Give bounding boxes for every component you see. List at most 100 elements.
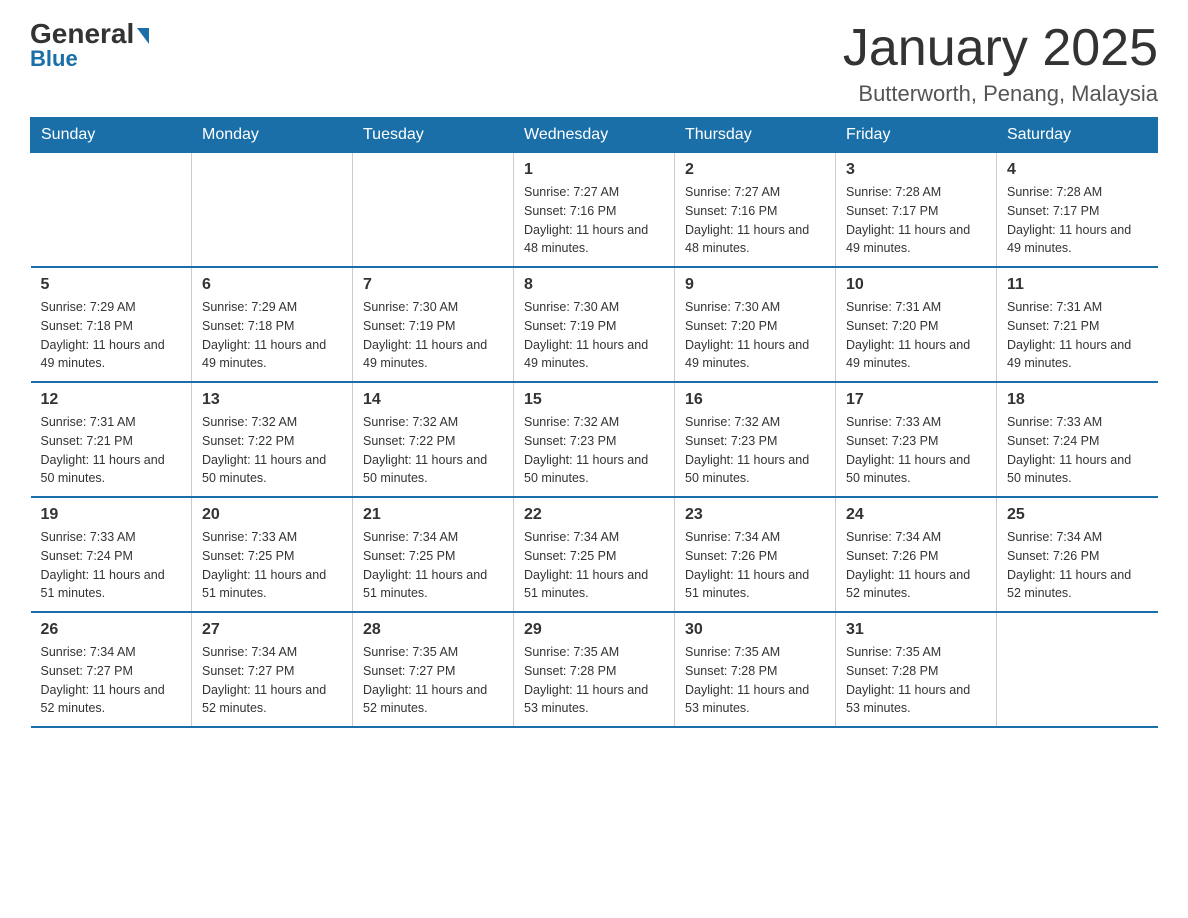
calendar-cell: 26 Sunrise: 7:34 AM Sunset: 7:27 PM Dayli… <box>31 612 192 727</box>
calendar-cell: 10 Sunrise: 7:31 AM Sunset: 7:20 PM Dayli… <box>836 267 997 382</box>
day-number: 16 <box>685 391 825 409</box>
calendar-cell: 15Sunrise: 7:32 AM Sunset: 7:23 PM Dayli… <box>514 382 675 497</box>
calendar-cell: 30 Sunrise: 7:35 AM Sunset: 7:28 PM Dayli… <box>675 612 836 727</box>
day-number: 2 <box>685 161 825 179</box>
calendar-cell: 16Sunrise: 7:32 AM Sunset: 7:23 PM Dayli… <box>675 382 836 497</box>
day-info: Sunrise: 7:34 AM Sunset: 7:26 PM Dayligh… <box>685 528 825 603</box>
day-number: 14 <box>363 391 503 409</box>
calendar-cell: 14 Sunrise: 7:32 AM Sunset: 7:22 PM Dayli… <box>353 382 514 497</box>
day-info: Sunrise: 7:34 AM Sunset: 7:26 PM Dayligh… <box>846 528 986 603</box>
day-info: Sunrise: 7:33 AM Sunset: 7:24 PM Dayligh… <box>41 528 182 603</box>
calendar-week-4: 19 Sunrise: 7:33 AM Sunset: 7:24 PM Dayli… <box>31 497 1158 612</box>
day-info: Sunrise: 7:35 AM Sunset: 7:28 PM Dayligh… <box>846 643 986 718</box>
day-number: 11 <box>1007 276 1148 294</box>
calendar-cell: 27 Sunrise: 7:34 AM Sunset: 7:27 PM Dayli… <box>192 612 353 727</box>
calendar-cell: 3 Sunrise: 7:28 AM Sunset: 7:17 PM Daylig… <box>836 153 997 268</box>
day-info: Sunrise: 7:32 AM Sunset: 7:22 PM Dayligh… <box>363 413 503 488</box>
day-number: 12 <box>41 391 182 409</box>
calendar-cell: 4Sunrise: 7:28 AM Sunset: 7:17 PM Daylig… <box>997 153 1158 268</box>
day-info: Sunrise: 7:31 AM Sunset: 7:20 PM Dayligh… <box>846 298 986 373</box>
calendar-cell: 28 Sunrise: 7:35 AM Sunset: 7:27 PM Dayli… <box>353 612 514 727</box>
day-number: 22 <box>524 506 664 524</box>
day-info: Sunrise: 7:30 AM Sunset: 7:20 PM Dayligh… <box>685 298 825 373</box>
logo-general: General <box>30 20 149 48</box>
day-number: 15 <box>524 391 664 409</box>
day-number: 10 <box>846 276 986 294</box>
day-number: 31 <box>846 621 986 639</box>
day-info: Sunrise: 7:35 AM Sunset: 7:28 PM Dayligh… <box>524 643 664 718</box>
day-header-friday: Friday <box>836 118 997 153</box>
day-info: Sunrise: 7:34 AM Sunset: 7:25 PM Dayligh… <box>363 528 503 603</box>
calendar-cell: 17 Sunrise: 7:33 AM Sunset: 7:23 PM Dayli… <box>836 382 997 497</box>
logo: General Blue <box>30 20 149 72</box>
day-header-wednesday: Wednesday <box>514 118 675 153</box>
day-info: Sunrise: 7:33 AM Sunset: 7:25 PM Dayligh… <box>202 528 342 603</box>
calendar-cell: 2 Sunrise: 7:27 AM Sunset: 7:16 PM Daylig… <box>675 153 836 268</box>
day-number: 30 <box>685 621 825 639</box>
calendar-cell: 13 Sunrise: 7:32 AM Sunset: 7:22 PM Dayli… <box>192 382 353 497</box>
day-info: Sunrise: 7:35 AM Sunset: 7:28 PM Dayligh… <box>685 643 825 718</box>
day-info: Sunrise: 7:27 AM Sunset: 7:16 PM Dayligh… <box>524 183 664 258</box>
day-header-tuesday: Tuesday <box>353 118 514 153</box>
day-number: 27 <box>202 621 342 639</box>
calendar-cell: 21Sunrise: 7:34 AM Sunset: 7:25 PM Dayli… <box>353 497 514 612</box>
calendar-cell: 8Sunrise: 7:30 AM Sunset: 7:19 PM Daylig… <box>514 267 675 382</box>
calendar-cell <box>997 612 1158 727</box>
day-number: 28 <box>363 621 503 639</box>
calendar-cell: 29 Sunrise: 7:35 AM Sunset: 7:28 PM Dayli… <box>514 612 675 727</box>
day-number: 1 <box>524 161 664 179</box>
day-number: 18 <box>1007 391 1148 409</box>
day-header-thursday: Thursday <box>675 118 836 153</box>
calendar-cell: 24 Sunrise: 7:34 AM Sunset: 7:26 PM Dayli… <box>836 497 997 612</box>
day-info: Sunrise: 7:34 AM Sunset: 7:27 PM Dayligh… <box>202 643 342 718</box>
day-info: Sunrise: 7:32 AM Sunset: 7:22 PM Dayligh… <box>202 413 342 488</box>
day-number: 26 <box>41 621 182 639</box>
calendar-table: SundayMondayTuesdayWednesdayThursdayFrid… <box>30 117 1158 728</box>
calendar-cell: 20 Sunrise: 7:33 AM Sunset: 7:25 PM Dayli… <box>192 497 353 612</box>
day-info: Sunrise: 7:29 AM Sunset: 7:18 PM Dayligh… <box>41 298 182 373</box>
day-number: 25 <box>1007 506 1148 524</box>
calendar-cell: 23Sunrise: 7:34 AM Sunset: 7:26 PM Dayli… <box>675 497 836 612</box>
day-info: Sunrise: 7:34 AM Sunset: 7:26 PM Dayligh… <box>1007 528 1148 603</box>
calendar-cell: 9 Sunrise: 7:30 AM Sunset: 7:20 PM Daylig… <box>675 267 836 382</box>
day-number: 5 <box>41 276 182 294</box>
calendar-cell: 12 Sunrise: 7:31 AM Sunset: 7:21 PM Dayli… <box>31 382 192 497</box>
day-info: Sunrise: 7:31 AM Sunset: 7:21 PM Dayligh… <box>41 413 182 488</box>
day-number: 24 <box>846 506 986 524</box>
day-info: Sunrise: 7:35 AM Sunset: 7:27 PM Dayligh… <box>363 643 503 718</box>
title-section: January 2025 Butterworth, Penang, Malays… <box>843 20 1158 107</box>
day-header-sunday: Sunday <box>31 118 192 153</box>
calendar-cell: 6Sunrise: 7:29 AM Sunset: 7:18 PM Daylig… <box>192 267 353 382</box>
calendar-subtitle: Butterworth, Penang, Malaysia <box>843 81 1158 107</box>
day-number: 29 <box>524 621 664 639</box>
day-info: Sunrise: 7:34 AM Sunset: 7:27 PM Dayligh… <box>41 643 182 718</box>
day-header-saturday: Saturday <box>997 118 1158 153</box>
day-number: 17 <box>846 391 986 409</box>
calendar-week-5: 26 Sunrise: 7:34 AM Sunset: 7:27 PM Dayli… <box>31 612 1158 727</box>
day-info: Sunrise: 7:28 AM Sunset: 7:17 PM Dayligh… <box>846 183 986 258</box>
day-number: 3 <box>846 161 986 179</box>
calendar-cell <box>353 153 514 268</box>
day-info: Sunrise: 7:28 AM Sunset: 7:17 PM Dayligh… <box>1007 183 1148 258</box>
day-number: 13 <box>202 391 342 409</box>
calendar-cell <box>31 153 192 268</box>
calendar-week-3: 12 Sunrise: 7:31 AM Sunset: 7:21 PM Dayli… <box>31 382 1158 497</box>
calendar-cell: 5 Sunrise: 7:29 AM Sunset: 7:18 PM Daylig… <box>31 267 192 382</box>
calendar-header-row: SundayMondayTuesdayWednesdayThursdayFrid… <box>31 118 1158 153</box>
calendar-cell: 19 Sunrise: 7:33 AM Sunset: 7:24 PM Dayli… <box>31 497 192 612</box>
calendar-cell: 7Sunrise: 7:30 AM Sunset: 7:19 PM Daylig… <box>353 267 514 382</box>
day-number: 6 <box>202 276 342 294</box>
calendar-week-1: 1 Sunrise: 7:27 AM Sunset: 7:16 PM Daylig… <box>31 153 1158 268</box>
day-number: 20 <box>202 506 342 524</box>
calendar-cell: 22 Sunrise: 7:34 AM Sunset: 7:25 PM Dayli… <box>514 497 675 612</box>
calendar-cell: 18 Sunrise: 7:33 AM Sunset: 7:24 PM Dayli… <box>997 382 1158 497</box>
day-info: Sunrise: 7:33 AM Sunset: 7:24 PM Dayligh… <box>1007 413 1148 488</box>
day-info: Sunrise: 7:34 AM Sunset: 7:25 PM Dayligh… <box>524 528 664 603</box>
day-info: Sunrise: 7:27 AM Sunset: 7:16 PM Dayligh… <box>685 183 825 258</box>
day-info: Sunrise: 7:33 AM Sunset: 7:23 PM Dayligh… <box>846 413 986 488</box>
day-info: Sunrise: 7:30 AM Sunset: 7:19 PM Dayligh… <box>363 298 503 373</box>
calendar-cell: 11Sunrise: 7:31 AM Sunset: 7:21 PM Dayli… <box>997 267 1158 382</box>
page-header: General Blue January 2025 Butterworth, P… <box>30 20 1158 107</box>
day-number: 19 <box>41 506 182 524</box>
day-number: 9 <box>685 276 825 294</box>
